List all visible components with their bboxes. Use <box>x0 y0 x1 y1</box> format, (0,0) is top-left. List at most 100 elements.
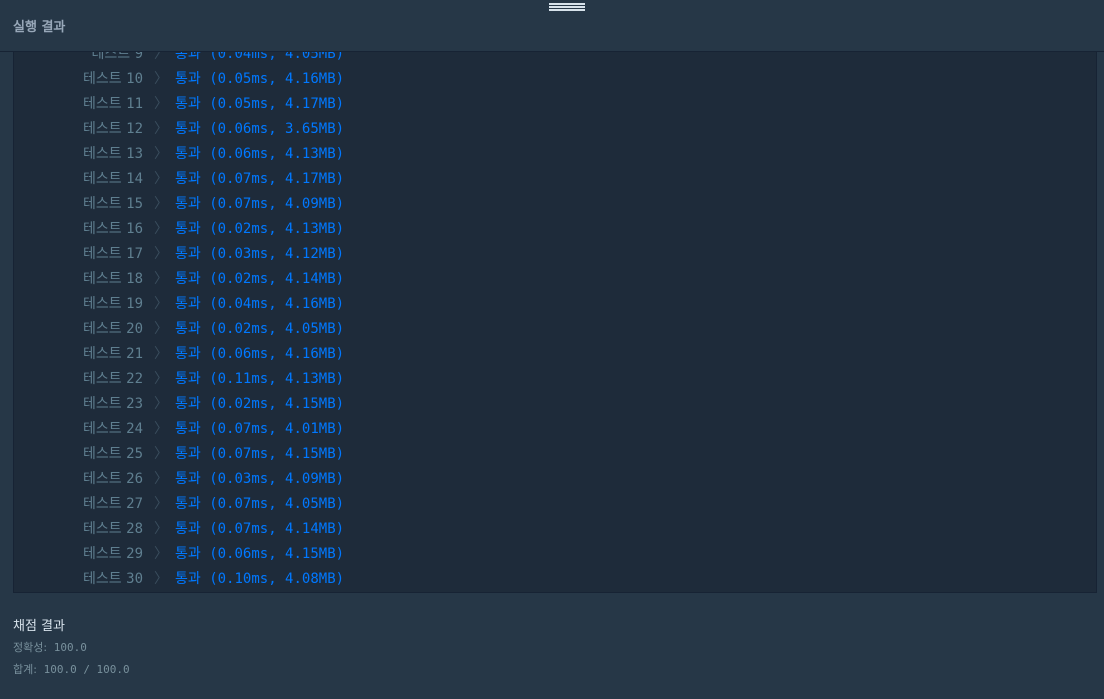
test-label: 테스트 23 <box>83 392 143 417</box>
test-metrics: (0.02ms, 4.05MB) <box>209 321 345 337</box>
total-line: 합계: 100.0 / 100.0 <box>13 659 130 681</box>
test-result: 통과 (0.06ms, 4.13MB) <box>175 142 344 167</box>
total-value: 100.0 / 100.0 <box>43 663 130 676</box>
chevron-right-icon: 〉 <box>154 446 168 462</box>
chevron-right-icon: 〉 <box>154 271 168 287</box>
test-metrics: (0.02ms, 4.15MB) <box>209 396 345 412</box>
test-metrics: (0.07ms, 4.01MB) <box>209 421 345 437</box>
pass-status: 통과 <box>175 346 201 362</box>
test-row: 테스트 19 〉 통과 (0.04ms, 4.16MB) <box>14 292 1096 317</box>
test-number: 19 <box>126 296 143 312</box>
chevron-right-icon: 〉 <box>154 421 168 437</box>
chevron-right-icon: 〉 <box>154 371 168 387</box>
test-result: 통과 (0.11ms, 4.13MB) <box>175 367 344 392</box>
chevron-right-icon: 〉 <box>154 196 168 212</box>
test-label: 테스트 25 <box>83 442 143 467</box>
test-label-text: 테스트 <box>83 521 122 537</box>
test-result: 통과 (0.03ms, 4.12MB) <box>175 242 344 267</box>
pass-status: 통과 <box>175 171 201 187</box>
test-label-text: 테스트 <box>83 96 122 112</box>
test-label: 테스트 16 <box>83 217 143 242</box>
chevron-right-icon: 〉 <box>154 496 168 512</box>
test-label: 테스트 20 <box>83 317 143 342</box>
total-label: 합계: <box>13 663 37 676</box>
pass-status: 통과 <box>175 521 201 537</box>
test-result: 통과 (0.05ms, 4.16MB) <box>175 67 344 92</box>
test-number: 11 <box>126 96 143 112</box>
test-label-text: 테스트 <box>83 221 122 237</box>
test-row: 테스트 25 〉 통과 (0.07ms, 4.15MB) <box>14 442 1096 467</box>
test-label-text: 테스트 <box>83 321 122 337</box>
test-metrics: (0.06ms, 4.13MB) <box>209 146 345 162</box>
resize-handle[interactable] <box>549 3 585 12</box>
test-result: 통과 (0.06ms, 4.15MB) <box>175 542 344 567</box>
pass-status: 통과 <box>175 121 201 137</box>
test-label: 테스트 13 <box>83 142 143 167</box>
test-metrics: (0.07ms, 4.05MB) <box>209 496 345 512</box>
test-number: 16 <box>126 221 143 237</box>
test-label: 테스트 29 <box>83 542 143 567</box>
test-row: 테스트 20 〉 통과 (0.02ms, 4.05MB) <box>14 317 1096 342</box>
test-row: 테스트 10 〉 통과 (0.05ms, 4.16MB) <box>14 67 1096 92</box>
pass-status: 통과 <box>175 196 201 212</box>
accuracy-value: 100.0 <box>53 641 87 654</box>
test-metrics: (0.07ms, 4.15MB) <box>209 446 345 462</box>
chevron-right-icon: 〉 <box>154 471 168 487</box>
pass-status: 통과 <box>175 546 201 562</box>
pass-status: 통과 <box>175 221 201 237</box>
chevron-right-icon: 〉 <box>154 346 168 362</box>
test-label-text: 테스트 <box>83 121 122 137</box>
test-number: 30 <box>126 571 143 587</box>
test-label: 테스트 17 <box>83 242 143 267</box>
test-number: 26 <box>126 471 143 487</box>
test-row: 테스트 21 〉 통과 (0.06ms, 4.16MB) <box>14 342 1096 367</box>
test-metrics: (0.10ms, 4.08MB) <box>209 571 345 587</box>
test-result: 통과 (0.07ms, 4.01MB) <box>175 417 344 442</box>
test-label-text: 테스트 <box>83 246 122 262</box>
test-label: 테스트 24 <box>83 417 143 442</box>
handle-line <box>549 6 585 8</box>
pass-status: 통과 <box>175 371 201 387</box>
test-result: 통과 (0.03ms, 4.09MB) <box>175 467 344 492</box>
test-number: 22 <box>126 371 143 387</box>
test-label: 테스트 30 <box>83 567 143 592</box>
test-number: 25 <box>126 446 143 462</box>
test-row: 테스트 28 〉 통과 (0.07ms, 4.14MB) <box>14 517 1096 542</box>
test-result: 통과 (0.07ms, 4.05MB) <box>175 492 344 517</box>
test-label: 테스트 10 <box>83 67 143 92</box>
test-metrics: (0.05ms, 4.17MB) <box>209 96 345 112</box>
test-label-text: 테스트 <box>83 146 122 162</box>
test-label-text: 테스트 <box>83 296 122 312</box>
test-number: 29 <box>126 546 143 562</box>
test-label: 테스트 28 <box>83 517 143 542</box>
test-label-text: 테스트 <box>83 196 122 212</box>
test-label-text: 테스트 <box>83 71 122 87</box>
test-label-text: 테스트 <box>83 371 122 387</box>
test-row: 테스트 29 〉 통과 (0.06ms, 4.15MB) <box>14 542 1096 567</box>
test-row: 테스트 11 〉 통과 (0.05ms, 4.17MB) <box>14 92 1096 117</box>
test-row: 테스트 18 〉 통과 (0.02ms, 4.14MB) <box>14 267 1096 292</box>
test-result: 통과 (0.07ms, 4.09MB) <box>175 192 344 217</box>
test-label-text: 테스트 <box>83 546 122 562</box>
test-result: 통과 (0.06ms, 4.16MB) <box>175 342 344 367</box>
test-result: 통과 (0.02ms, 4.14MB) <box>175 267 344 292</box>
accuracy-label: 정확성: <box>13 641 48 654</box>
pass-status: 통과 <box>175 146 201 162</box>
test-row: 테스트 26 〉 통과 (0.03ms, 4.09MB) <box>14 467 1096 492</box>
test-metrics: (0.03ms, 4.12MB) <box>209 246 345 262</box>
test-metrics: (0.04ms, 4.16MB) <box>209 296 345 312</box>
test-result: 통과 (0.07ms, 4.14MB) <box>175 517 344 542</box>
test-metrics: (0.06ms, 4.15MB) <box>209 546 345 562</box>
chevron-right-icon: 〉 <box>154 546 168 562</box>
test-results-panel[interactable]: 테스트 9 〉 통과 (0.04ms, 4.05MB) 테스트 10 〉 통과 (0.05… <box>13 40 1097 593</box>
pass-status: 통과 <box>175 321 201 337</box>
pass-status: 통과 <box>175 246 201 262</box>
test-metrics: (0.07ms, 4.17MB) <box>209 171 345 187</box>
chevron-right-icon: 〉 <box>154 571 168 587</box>
grading-title: 채점 결과 <box>13 619 65 634</box>
test-result: 통과 (0.02ms, 4.15MB) <box>175 392 344 417</box>
chevron-right-icon: 〉 <box>154 296 168 312</box>
test-label: 테스트 14 <box>83 167 143 192</box>
test-number: 20 <box>126 321 143 337</box>
chevron-right-icon: 〉 <box>154 146 168 162</box>
